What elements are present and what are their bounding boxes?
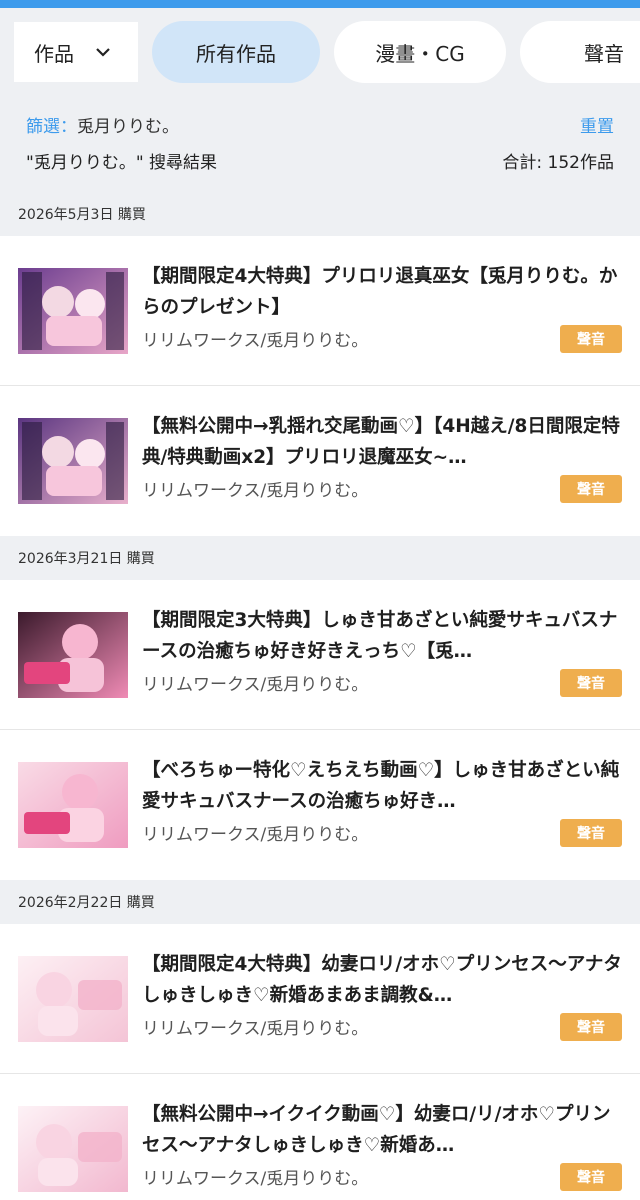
work-maker[interactable]: リリムワークス/兎月りりむ。 [142, 326, 622, 351]
category-badge: 聲音 [560, 324, 622, 353]
reset-link[interactable]: 重置 [580, 112, 614, 137]
chevron-down-icon [96, 48, 110, 57]
work-thumbnail [18, 267, 128, 354]
filter-bar: 作品 所有作品 漫畫・CG 聲音 [0, 8, 640, 96]
chip-all-works[interactable]: 所有作品 [152, 21, 320, 83]
top-accent-bar [0, 0, 640, 8]
filter-label: 篩選： [26, 116, 77, 137]
work-maker[interactable]: リリムワークス/兎月りりむ。 [142, 1164, 622, 1189]
work-title[interactable]: 【無料公開中→乳揺れ交尾動画♡】【4H越え/8日間限定特典/特典動画x2】プリロ… [142, 411, 622, 473]
work-maker[interactable]: リリムワークス/兎月りりむ。 [142, 820, 622, 845]
category-badge: 聲音 [560, 475, 622, 503]
work-maker[interactable]: リリムワークス/兎月りりむ。 [142, 670, 622, 695]
chip-all-works-label: 所有作品 [196, 41, 276, 66]
category-badge: 聲音 [560, 668, 622, 697]
list-item[interactable]: 【期間限定4大特典】幼妻ロリ/オホ♡プリンセス～アナタしゅきしゅき♡新婚あまあま… [0, 924, 640, 1074]
work-title[interactable]: 【無料公開中→イクイク動画♡】幼妻ロ/リ/オホ♡プリンセス～アナタしゅきしゅき♡… [142, 1099, 622, 1161]
list-item[interactable]: 【無料公開中→乳揺れ交尾動画♡】【4H越え/8日間限定特典/特典動画x2】プリロ… [0, 386, 640, 536]
chip-manga-cg[interactable]: 漫畫・CG [334, 21, 506, 83]
chip-voice-label: 聲音 [584, 41, 624, 66]
work-thumbnail [18, 762, 128, 848]
purchase-date-header: 2026年3月21日 購買 [18, 551, 155, 567]
work-title[interactable]: 【期間限定3大特典】しゅき甘あざとい純愛サキュバスナースの治癒ちゅ好き好きえっち… [142, 605, 622, 667]
list-item[interactable]: 【期間限定3大特典】しゅき甘あざとい純愛サキュバスナースの治癒ちゅ好き好きえっち… [0, 580, 640, 730]
type-select[interactable]: 作品 [14, 22, 138, 82]
work-title[interactable]: 【期間限定4大特典】幼妻ロリ/オホ♡プリンセス～アナタしゅきしゅき♡新婚あまあま… [142, 949, 622, 1011]
work-thumbnail [18, 955, 128, 1042]
category-badge: 聲音 [560, 1012, 622, 1041]
list-item[interactable]: 【無料公開中→イクイク動画♡】幼妻ロ/リ/オホ♡プリンセス～アナタしゅきしゅき♡… [0, 1074, 640, 1200]
filter-value: 兎月りりむ。 [77, 116, 179, 137]
category-badge: 聲音 [560, 819, 622, 847]
work-title[interactable]: 【期間限定4大特典】プリロリ退真巫女【兎月りりむ。からのプレゼント】 [142, 261, 622, 323]
search-result-query: "兎月りりむ。" 搜尋結果 [26, 152, 218, 173]
filter-text: 篩選：兎月りりむ。 [26, 112, 179, 137]
list-item[interactable]: 【期間限定4大特典】プリロリ退真巫女【兎月りりむ。からのプレゼント】 リリムワー… [0, 236, 640, 386]
result-total: 合計: 152作品 [502, 152, 614, 173]
purchase-date-header: 2026年2月22日 購買 [18, 895, 155, 911]
category-badge: 聲音 [560, 1163, 622, 1191]
work-maker[interactable]: リリムワークス/兎月りりむ。 [142, 476, 622, 501]
list-item[interactable]: 【べろちゅー特化♡えちえち動画♡】しゅき甘あざとい純愛サキュバスナースの治癒ちゅ… [0, 730, 640, 880]
work-thumbnail [18, 611, 128, 698]
work-maker[interactable]: リリムワークス/兎月りりむ。 [142, 1014, 622, 1039]
work-title[interactable]: 【べろちゅー特化♡えちえち動画♡】しゅき甘あざとい純愛サキュバスナースの治癒ちゅ… [142, 755, 622, 817]
purchase-date-header: 2026年5月3日 購買 [18, 207, 146, 223]
chip-voice[interactable]: 聲音 [520, 21, 640, 83]
filter-info: 篩選：兎月りりむ。 重置 "兎月りりむ。" 搜尋結果 合計: 152作品 [0, 96, 640, 192]
work-thumbnail [18, 418, 128, 504]
chip-manga-cg-label: 漫畫・CG [375, 41, 465, 66]
work-thumbnail [18, 1106, 128, 1192]
type-select-label: 作品 [34, 41, 74, 66]
